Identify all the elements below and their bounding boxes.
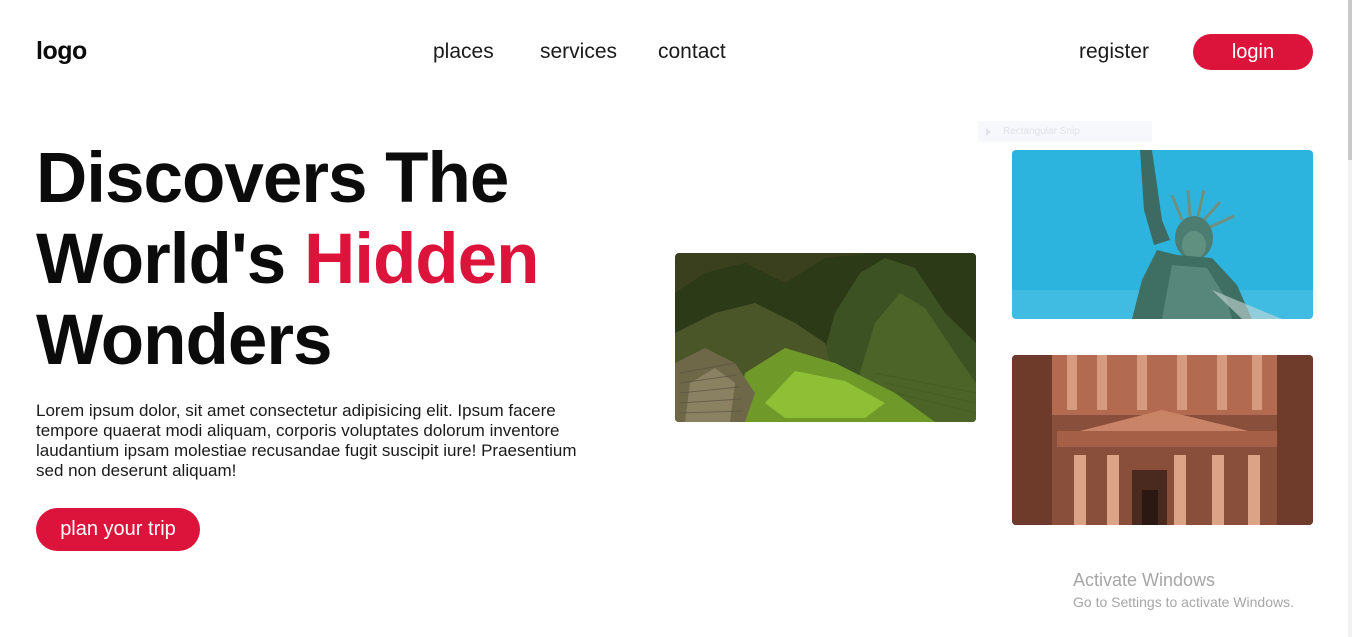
nav-places[interactable]: places bbox=[433, 38, 494, 66]
hero-title: Discovers The World's Hidden Wonders bbox=[36, 138, 636, 381]
activate-windows-title: Activate Windows bbox=[1073, 570, 1216, 590]
hero-description: Lorem ipsum dolor, sit amet consectetur … bbox=[36, 401, 577, 480]
play-icon bbox=[986, 127, 991, 136]
machu-picchu-image bbox=[675, 253, 976, 422]
scrollbar[interactable] bbox=[1348, 0, 1352, 637]
hero-title-line-1: Discovers The bbox=[36, 139, 509, 218]
plan-trip-button[interactable]: plan your trip bbox=[36, 508, 200, 551]
hero-title-line-3: Wonders bbox=[36, 301, 332, 380]
login-button[interactable]: login bbox=[1193, 34, 1313, 70]
nav-services[interactable]: services bbox=[540, 38, 617, 66]
hero-title-line-2: World's bbox=[36, 220, 304, 299]
register-link[interactable]: register bbox=[1079, 38, 1149, 66]
snip-overlay-label: Rectangular Snip bbox=[1003, 126, 1080, 137]
petra-treasury-image bbox=[1012, 355, 1313, 525]
snip-overlay-chip: Rectangular Snip bbox=[978, 121, 1152, 142]
nav-contact[interactable]: contact bbox=[658, 38, 726, 66]
statue-of-liberty-image bbox=[1012, 150, 1313, 319]
activate-windows-subtitle: Go to Settings to activate Windows. bbox=[1073, 594, 1294, 610]
logo[interactable]: logo bbox=[36, 34, 87, 68]
scrollbar-thumb[interactable] bbox=[1348, 0, 1352, 160]
hero-title-accent: Hidden bbox=[303, 220, 540, 299]
